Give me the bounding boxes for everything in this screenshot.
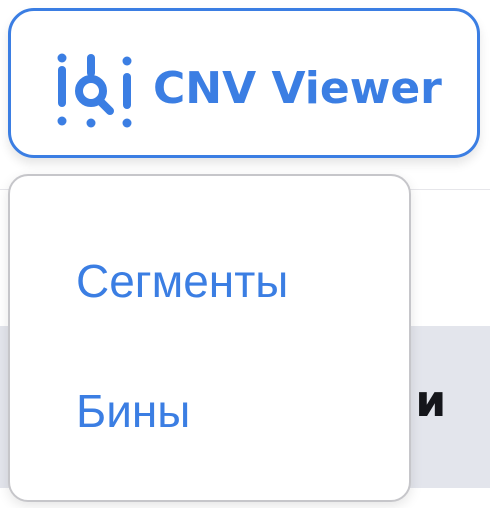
view-dropdown-menu: Сегменты Бины: [8, 174, 411, 502]
cnv-viewer-logo-icon: [57, 53, 132, 128]
app-title: CNV Viewer: [153, 63, 442, 114]
app-switcher-button[interactable]: CNV Viewer: [8, 8, 480, 158]
menu-item-segments[interactable]: Сегменты: [76, 254, 288, 308]
menu-item-bins[interactable]: Бины: [76, 384, 190, 438]
page: ни CNV Viewer Сегменты Бины: [0, 0, 490, 508]
